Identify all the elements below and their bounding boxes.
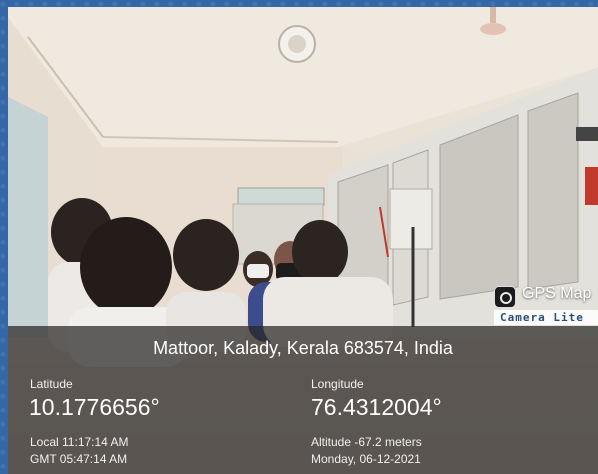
gps-map-camera-badge: GPS Map Camera Lite (494, 285, 598, 327)
camera-lens-icon (494, 286, 516, 308)
address-text: Mattoor, Kalady, Kerala 683574, India (153, 338, 453, 358)
photo-frame: GPS Map Camera Lite Mattoor, Kalady, Ker… (0, 0, 598, 474)
local-time: Local 11:17:14 AM (30, 435, 129, 449)
app-name: GPS Map (522, 285, 592, 302)
latitude-label: Latitude (30, 377, 73, 391)
location-overlay: Mattoor, Kalady, Kerala 683574, India La… (8, 326, 598, 474)
altitude: Altitude -67.2 meters (311, 435, 422, 449)
longitude-value: 76.4312004° (311, 394, 442, 420)
longitude-label: Longitude (311, 377, 364, 391)
app-subtitle: Camera Lite (494, 310, 598, 325)
date: Monday, 06-12-2021 (311, 452, 421, 466)
gmt-time: GMT 05:47:14 AM (30, 452, 128, 466)
latitude-value: 10.1776656° (29, 394, 160, 420)
